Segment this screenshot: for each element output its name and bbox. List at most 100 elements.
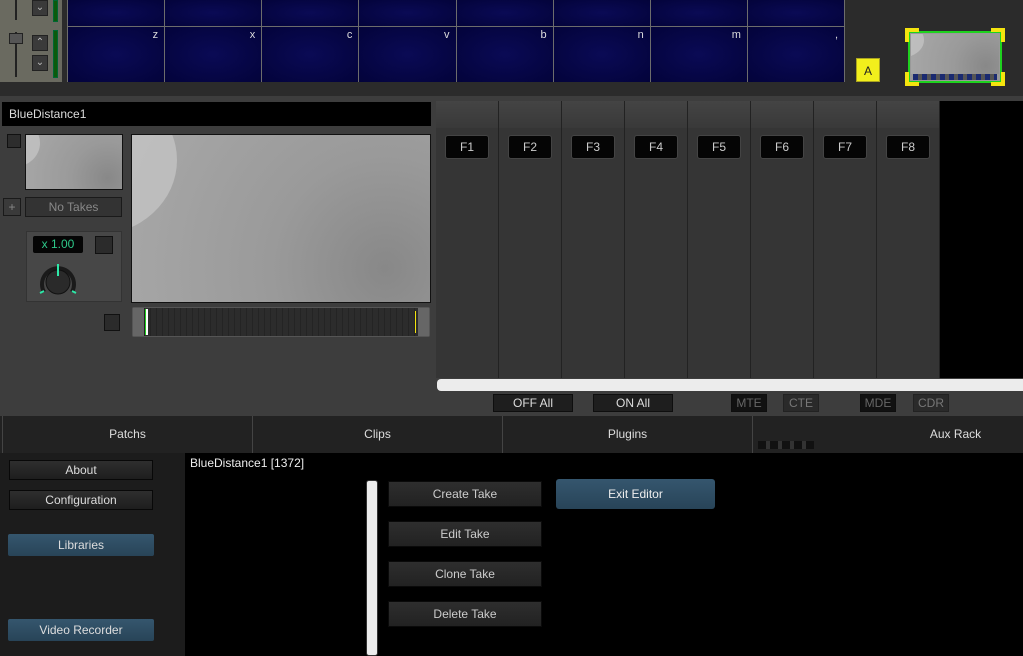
effect-button-f7[interactable]: F7 [823, 135, 867, 159]
cte-toggle[interactable]: CTE [783, 394, 819, 412]
layer-down-button[interactable]: ⌄ [32, 55, 48, 71]
edit-take-button[interactable]: Edit Take [388, 521, 542, 547]
key-slot-x[interactable]: x [165, 27, 262, 82]
key-slot-b[interactable]: b [456, 27, 553, 82]
tab-clips[interactable]: Clips [252, 416, 502, 453]
key-label: n [637, 29, 644, 41]
in-point-handle[interactable] [133, 308, 144, 336]
effect-slot: F1 [436, 101, 499, 378]
effect-slot: F3 [562, 101, 625, 378]
key-label: , [834, 29, 838, 41]
key-slot[interactable] [553, 0, 650, 26]
effect-button-f8[interactable]: F8 [886, 135, 930, 159]
takes-selector[interactable]: No Takes [25, 197, 122, 217]
key-slot[interactable] [262, 0, 359, 26]
key-label: m [731, 29, 741, 41]
key-slot-z[interactable]: z [68, 27, 165, 82]
mde-toggle[interactable]: MDE [860, 394, 896, 412]
effect-slot: F7 [814, 101, 877, 378]
about-button[interactable]: About [9, 460, 153, 480]
sidebar: About Configuration Libraries Video Reco… [0, 453, 185, 656]
tab-plugins[interactable]: Plugins [502, 416, 752, 453]
layer-down-button[interactable]: ⌄ [32, 0, 48, 16]
thumbnail-indicators [913, 74, 997, 80]
aux-indicators [758, 441, 814, 449]
key-slot[interactable] [165, 0, 262, 26]
effect-button-f2[interactable]: F2 [508, 135, 552, 159]
effect-slot: F8 [877, 101, 940, 378]
effect-slot: F5 [688, 101, 751, 378]
selected-clip-thumbnail[interactable] [905, 28, 1005, 86]
tab-aux-rack[interactable]: Aux Rack [752, 416, 1023, 453]
key-slot[interactable] [650, 0, 747, 26]
corner-bracket [991, 72, 1005, 86]
key-slot-comma[interactable]: , [747, 27, 844, 82]
clip-thumbnail[interactable] [25, 134, 123, 190]
clip-name-field[interactable]: BlueDistance1 [2, 102, 431, 126]
playhead[interactable] [145, 309, 148, 335]
key-slot-n[interactable]: n [553, 27, 650, 82]
effect-scrollbar[interactable] [437, 379, 1023, 391]
timeline-scrubber[interactable] [132, 307, 430, 337]
create-take-button[interactable]: Create Take [388, 481, 542, 507]
effect-button-f4[interactable]: F4 [634, 135, 678, 159]
key-slot-v[interactable]: v [359, 27, 456, 82]
key-slot-c[interactable]: c [262, 27, 359, 82]
key-label: c [346, 29, 353, 41]
out-point-handle[interactable] [418, 308, 429, 336]
layer-controls: ⌄ ⌃ ⌄ [0, 0, 62, 82]
take-list-scrollbar[interactable] [366, 480, 378, 656]
fader-handle[interactable] [9, 33, 23, 44]
video-recorder-button[interactable]: Video Recorder [8, 619, 154, 641]
libraries-button[interactable]: Libraries [8, 534, 154, 556]
effect-slot: F4 [625, 101, 688, 378]
speed-reset-button[interactable] [95, 236, 113, 254]
level-meter [53, 30, 58, 78]
effect-slot: F2 [499, 101, 562, 378]
tab-patchs[interactable]: Patchs [2, 416, 252, 453]
key-label: b [540, 29, 547, 41]
fader-track [15, 0, 17, 20]
clip-option-button[interactable] [7, 134, 21, 148]
exit-editor-button[interactable]: Exit Editor [556, 479, 715, 509]
effect-button-f1[interactable]: F1 [445, 135, 489, 159]
tab-label: Aux Rack [929, 427, 982, 441]
thumbnail-image [911, 34, 999, 74]
key-slot-m[interactable]: m [650, 27, 747, 82]
speed-knob[interactable] [38, 262, 78, 298]
editor-title: BlueDistance1 [1372] [190, 456, 305, 470]
speed-readout: x 1.00 [33, 236, 83, 253]
knob-icon [39, 264, 77, 295]
key-slot[interactable] [359, 0, 456, 26]
on-all-button[interactable]: ON All [593, 394, 673, 412]
key-label: x [249, 29, 256, 41]
clip-preview [131, 134, 431, 303]
clone-take-button[interactable]: Clone Take [388, 561, 542, 587]
key-slot[interactable] [68, 0, 165, 26]
configuration-button[interactable]: Configuration [9, 490, 153, 510]
corner-bracket [991, 28, 1005, 42]
effect-slots: F1 F2 F3 F4 F5 F6 F7 F8 [436, 101, 940, 378]
corner-bracket [905, 72, 919, 86]
main-tabs: Patchs Clips Plugins Aux Rack [0, 416, 1023, 453]
effect-button-f6[interactable]: F6 [760, 135, 804, 159]
effect-button-f3[interactable]: F3 [571, 135, 615, 159]
key-slot[interactable] [456, 0, 553, 26]
delete-take-button[interactable]: Delete Take [388, 601, 542, 627]
layer-up-button[interactable]: ⌃ [32, 35, 48, 51]
off-all-button[interactable]: OFF All [493, 394, 573, 412]
out-point-marker [415, 311, 416, 333]
key-label: z [152, 29, 159, 41]
cdr-toggle[interactable]: CDR [913, 394, 949, 412]
key-label: v [444, 29, 450, 41]
mte-toggle[interactable]: MTE [731, 394, 767, 412]
effect-button-f5[interactable]: F5 [697, 135, 741, 159]
bank-a-button[interactable]: A [856, 58, 880, 82]
timeline-lock-button[interactable] [104, 314, 120, 331]
key-grid: z x c v b n m , [67, 0, 845, 82]
key-slot[interactable] [747, 0, 844, 26]
effect-slots-empty-area [940, 101, 1023, 378]
add-take-button[interactable]: + [3, 198, 21, 216]
corner-bracket [905, 28, 919, 42]
level-meter [53, 0, 58, 22]
